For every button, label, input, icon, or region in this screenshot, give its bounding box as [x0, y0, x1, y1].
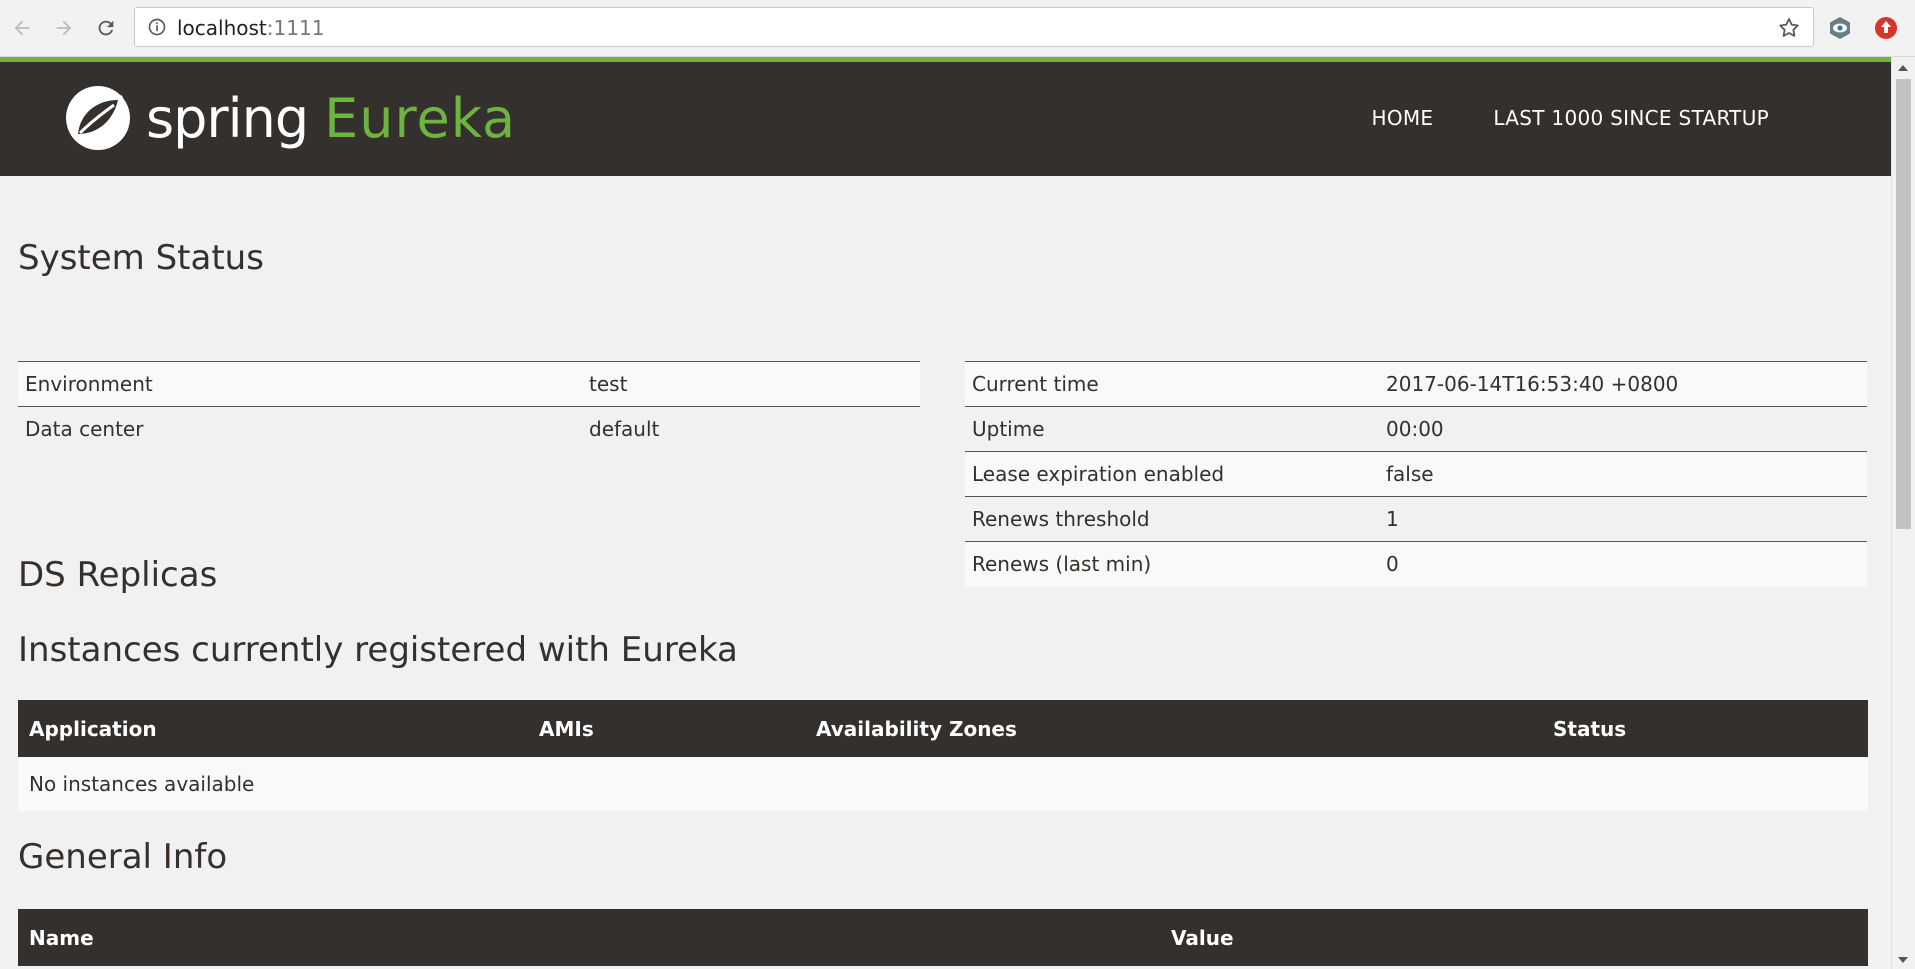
- system-status-left-table: Environment test Data center default: [18, 361, 920, 452]
- url-port: :1111: [266, 16, 325, 40]
- system-status-right-table: Current time 2017-06-14T16:53:40 +0800 U…: [965, 361, 1867, 587]
- url-text[interactable]: localhost:1111: [177, 16, 324, 40]
- instances-title: Instances currently registered with Eure…: [18, 630, 738, 670]
- spring-leaf-icon: [66, 86, 130, 150]
- table-row: Renews threshold 1: [965, 496, 1867, 542]
- scroll-down-icon[interactable]: [1898, 957, 1908, 963]
- browser-toolbar: localhost:1111: [0, 0, 1915, 57]
- status-key: Data center: [18, 406, 582, 452]
- table-row: Lease expiration enabled false: [965, 451, 1867, 497]
- page-viewport: spring Eureka HOME LAST 1000 SINCE START…: [0, 57, 1891, 969]
- status-key: Renews (last min): [965, 541, 1379, 587]
- status-value: 1: [1379, 496, 1867, 542]
- table-header-row: Application AMIs Availability Zones Stat…: [18, 700, 1868, 757]
- column-header-amis[interactable]: AMIs: [528, 700, 805, 757]
- upload-extension-icon[interactable]: [1872, 14, 1900, 42]
- scrollbar-thumb[interactable]: [1896, 79, 1911, 529]
- status-value: 0: [1379, 541, 1867, 587]
- status-key: Environment: [18, 361, 582, 407]
- status-value: 00:00: [1379, 406, 1867, 452]
- table-row: Current time 2017-06-14T16:53:40 +0800: [965, 361, 1867, 407]
- status-key: Current time: [965, 361, 1379, 407]
- logo-eureka-text: Eureka: [324, 86, 517, 150]
- star-icon[interactable]: [1777, 16, 1801, 40]
- column-header-value[interactable]: Value: [1160, 909, 1868, 966]
- table-row: Uptime 00:00: [965, 406, 1867, 452]
- table-row: Renews (last min) 0: [965, 541, 1867, 587]
- status-key: Lease expiration enabled: [965, 451, 1379, 497]
- back-arrow-icon[interactable]: [8, 14, 36, 42]
- column-header-name[interactable]: Name: [18, 909, 1160, 966]
- table-row: No instances available: [18, 757, 1868, 811]
- address-bar[interactable]: localhost:1111: [134, 7, 1814, 47]
- forward-arrow-icon[interactable]: [50, 14, 78, 42]
- status-key: Uptime: [965, 406, 1379, 452]
- reload-icon[interactable]: [92, 14, 120, 42]
- navbar: spring Eureka HOME LAST 1000 SINCE START…: [0, 62, 1891, 176]
- table-row: Environment test: [18, 361, 920, 407]
- table-header-row: Name Value: [18, 909, 1868, 966]
- logo-spring-text: spring: [146, 86, 309, 150]
- status-value: false: [1379, 451, 1867, 497]
- column-header-application[interactable]: Application: [18, 700, 528, 757]
- vertical-scrollbar[interactable]: [1891, 57, 1915, 969]
- url-host: localhost: [177, 16, 267, 40]
- spring-eureka-logo[interactable]: spring Eureka: [64, 84, 516, 152]
- scroll-up-icon[interactable]: [1898, 65, 1908, 71]
- info-icon[interactable]: [147, 17, 167, 37]
- status-key: Renews threshold: [965, 496, 1379, 542]
- status-value: 2017-06-14T16:53:40 +0800: [1379, 361, 1867, 407]
- general-info-table: Name Value: [18, 909, 1868, 966]
- status-value: default: [582, 406, 920, 452]
- status-value: test: [582, 361, 920, 407]
- eye-extension-icon[interactable]: [1826, 14, 1854, 42]
- general-info-title: General Info: [18, 837, 228, 877]
- nav-home-link[interactable]: HOME: [1372, 106, 1434, 130]
- instances-table: Application AMIs Availability Zones Stat…: [18, 700, 1868, 811]
- ds-replicas-title: DS Replicas: [18, 555, 218, 595]
- nav-links: HOME LAST 1000 SINCE STARTUP: [1372, 106, 1770, 130]
- table-row: Data center default: [18, 406, 920, 452]
- column-header-availability-zones[interactable]: Availability Zones: [805, 700, 1542, 757]
- empty-instances-message: No instances available: [18, 757, 1868, 811]
- nav-last-1000-link[interactable]: LAST 1000 SINCE STARTUP: [1493, 106, 1769, 130]
- column-header-status[interactable]: Status: [1542, 700, 1868, 757]
- system-status-title: System Status: [18, 238, 264, 278]
